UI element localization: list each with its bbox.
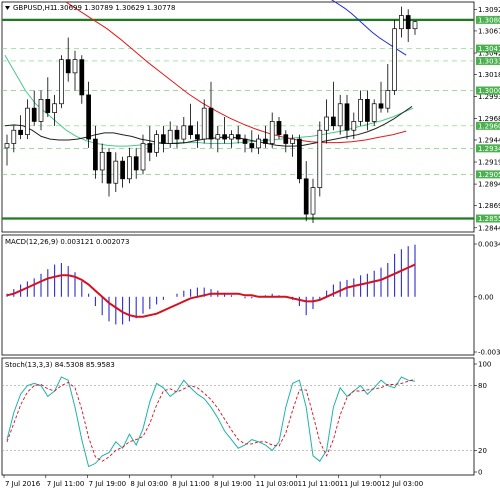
- price-tick-label: 1.30180: [478, 71, 500, 79]
- macd-tick-label: -0.003599: [478, 349, 500, 357]
- candle-body[interactable]: [344, 103, 350, 131]
- candle-body[interactable]: [256, 138, 261, 149]
- stoch-tick-label: 100: [478, 361, 491, 369]
- candle-body[interactable]: [147, 143, 153, 153]
- candle-body[interactable]: [161, 134, 166, 144]
- level-label-text: 1.30335: [478, 57, 500, 65]
- candle-body[interactable]: [331, 116, 336, 127]
- time-tick-label: 11 Jul 11:00: [298, 480, 340, 488]
- candle-body[interactable]: [392, 28, 397, 91]
- stoch-tick-label: 80: [478, 382, 487, 390]
- price-tick-label: 1.29440: [478, 136, 500, 144]
- macd-tick-label: 0.00: [478, 293, 494, 301]
- candle-body[interactable]: [59, 59, 64, 105]
- candle-body[interactable]: [412, 21, 418, 30]
- candle-body[interactable]: [310, 187, 316, 215]
- price-tick-label: 1.28940: [478, 181, 500, 189]
- level-label-text: 1.30000: [478, 87, 500, 95]
- candle-body[interactable]: [358, 98, 363, 122]
- candle-body[interactable]: [365, 98, 370, 122]
- time-tick-label: 7 Jul 19:00: [89, 480, 127, 488]
- candle-body[interactable]: [38, 98, 44, 122]
- candle-body[interactable]: [133, 156, 139, 171]
- candle-body[interactable]: [337, 103, 343, 127]
- candle-body[interactable]: [11, 129, 17, 144]
- candle-body[interactable]: [215, 134, 221, 140]
- candle-body[interactable]: [229, 134, 234, 140]
- candle-body[interactable]: [65, 59, 71, 74]
- candle-body[interactable]: [371, 103, 377, 122]
- price-tick-label: 1.28695: [478, 202, 500, 210]
- level-label-text: 1.28550: [478, 215, 500, 223]
- candle-body[interactable]: [249, 143, 255, 149]
- candle-body[interactable]: [106, 151, 112, 184]
- candle-body[interactable]: [45, 98, 51, 113]
- candle-body[interactable]: [99, 151, 105, 171]
- candle-body[interactable]: [201, 107, 207, 140]
- candle-body[interactable]: [235, 134, 241, 140]
- price-tick-label: 1.30920: [478, 6, 500, 14]
- candle-body[interactable]: [181, 125, 187, 140]
- time-tick-label: 11 Jul 19:00: [339, 480, 381, 488]
- candle-body[interactable]: [378, 103, 384, 109]
- candle-body[interactable]: [297, 138, 302, 180]
- time-tick-label: 8 Jul 11:00: [172, 480, 210, 488]
- candle-body[interactable]: [25, 107, 30, 136]
- candle-body[interactable]: [290, 138, 295, 144]
- time-tick-label: 12 Jul 03:00: [381, 480, 423, 488]
- candle-body[interactable]: [93, 138, 98, 171]
- macd-label: MACD(12,26,9) 0.003121 0.002073: [5, 238, 129, 246]
- chart-header-symbol: GBPUSD,H1: [13, 4, 54, 12]
- level-label-text: 1.30475: [478, 45, 500, 53]
- candle-body[interactable]: [208, 107, 214, 140]
- level-label-text: 1.30800: [478, 16, 500, 24]
- candle-body[interactable]: [242, 138, 248, 144]
- time-tick-label: 7 Jul 11:00: [47, 480, 85, 488]
- candle-body[interactable]: [120, 160, 125, 180]
- price-tick-label: 1.30675: [478, 27, 500, 35]
- time-tick-label: 11 Jul 03:00: [256, 480, 298, 488]
- candle-body[interactable]: [385, 90, 391, 109]
- candle-body[interactable]: [167, 129, 173, 144]
- time-tick-label: 8 Jul 03:00: [130, 480, 168, 488]
- trading-chart[interactable]: 1.309201.306751.304251.301801.299301.296…: [0, 0, 500, 490]
- candle-body[interactable]: [52, 103, 57, 113]
- level-label-text: 1.29345: [478, 145, 500, 153]
- candle-body[interactable]: [222, 134, 227, 140]
- candle-body[interactable]: [72, 59, 78, 74]
- candle-body[interactable]: [154, 134, 159, 153]
- stoch-label: Stoch(13,3,3) 84.5308 85.9583: [5, 361, 115, 369]
- candle-body[interactable]: [399, 15, 404, 30]
- candle-body[interactable]: [79, 59, 85, 96]
- stoch-tick-label: 20: [478, 447, 487, 455]
- time-tick-label: 8 Jul 19:00: [214, 480, 252, 488]
- level-label-text: 1.29050: [478, 171, 500, 179]
- candle-body[interactable]: [195, 134, 200, 140]
- candle-body[interactable]: [276, 121, 282, 136]
- candle-body[interactable]: [140, 143, 146, 171]
- price-tick-label: 1.29190: [478, 159, 500, 167]
- candle-body[interactable]: [127, 156, 132, 180]
- candle-body[interactable]: [324, 116, 329, 131]
- candle-body[interactable]: [4, 143, 10, 149]
- candle-body[interactable]: [113, 160, 119, 184]
- candle-body[interactable]: [31, 107, 37, 122]
- candle-body[interactable]: [405, 15, 411, 30]
- level-label-text: 1.29600: [478, 122, 500, 130]
- candle-body[interactable]: [351, 121, 357, 131]
- chart-header-ohlc: 1.30699 1.30789 1.30629 1.30778: [53, 4, 175, 12]
- candle-body[interactable]: [269, 121, 275, 144]
- stoch-tick-label: 0: [478, 469, 482, 477]
- time-tick-label: 7 Jul 2016: [5, 480, 41, 488]
- candle-body[interactable]: [174, 129, 180, 140]
- candle-body[interactable]: [303, 178, 309, 215]
- candle-body[interactable]: [188, 125, 193, 136]
- candle-body[interactable]: [86, 94, 91, 140]
- candle-body[interactable]: [283, 134, 289, 144]
- candle-body[interactable]: [263, 138, 268, 144]
- macd-tick-label: 0.003441: [478, 241, 500, 249]
- candle-body[interactable]: [18, 129, 23, 136]
- price-tick-label: 1.28445: [478, 224, 500, 232]
- candle-body[interactable]: [317, 129, 323, 188]
